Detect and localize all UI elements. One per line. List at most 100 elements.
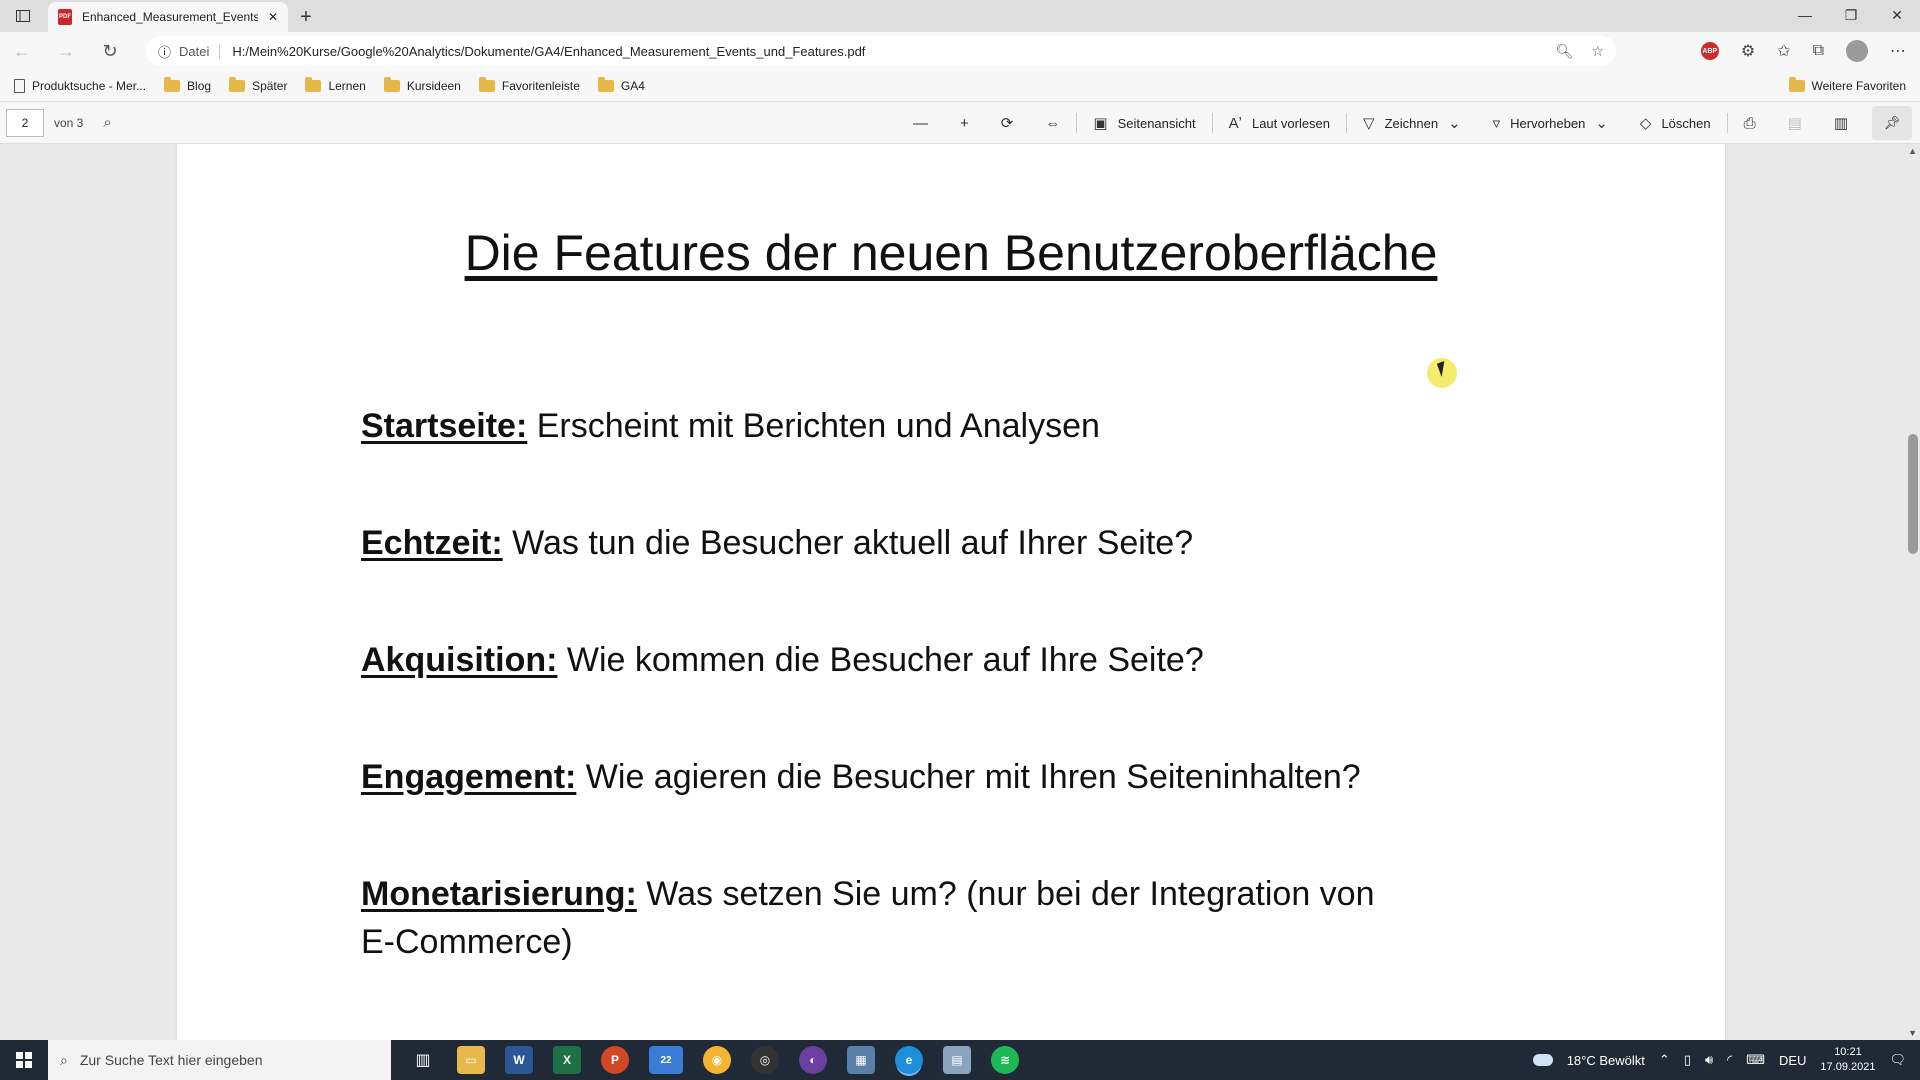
edge-icon[interactable]: e [895, 1046, 923, 1074]
rotate-button[interactable]: ⟳ [985, 114, 1030, 132]
bookmark-folder[interactable]: Favoritenleiste [478, 76, 580, 93]
collections-icon[interactable]: ⧉ [1813, 42, 1824, 60]
feature-text: Erscheint mit Berichten und Analysen [527, 407, 1100, 445]
bookmark-folder[interactable]: Blog [164, 76, 211, 93]
extensions-icon[interactable]: ⚙ [1741, 41, 1755, 61]
network-icon[interactable]: ◜ [1727, 1052, 1732, 1068]
file-explorer-icon[interactable]: ▭ [457, 1046, 485, 1074]
save-icon: ▤ [1787, 115, 1802, 132]
mail-icon[interactable]: 22 [649, 1046, 683, 1074]
forward-button[interactable]: → [44, 32, 88, 70]
folder-icon [1788, 77, 1805, 92]
volume-icon[interactable]: 🔊︎ [1705, 1052, 1713, 1068]
chrome-icon[interactable]: ◉ [703, 1046, 731, 1074]
powerpoint-icon[interactable]: P [601, 1046, 629, 1074]
bookmark-item[interactable]: Produktsuche - Mer... [14, 78, 146, 93]
read-aloud-button[interactable]: A͏ʼ Laut vorlesen [1213, 115, 1346, 132]
feature-item: Akquisition: Wie kommen die Besucher auf… [361, 636, 1561, 684]
address-bar: ← → ↻ ⓘ Datei H:/Mein%20Kurse/Google%20A… [0, 32, 1920, 70]
back-button[interactable]: ← [0, 32, 44, 70]
feature-label: Engagement: [361, 758, 577, 796]
tab-strip: PDF Enhanced_Measurement_Events_ ✕ + — ❐… [0, 0, 1920, 32]
page-number-input[interactable]: 2 [6, 108, 44, 137]
chevron-down-icon[interactable]: ⌄ [1595, 114, 1608, 132]
minimize-button[interactable]: — [1782, 0, 1828, 30]
favorites-icon[interactable]: ✩ [1777, 41, 1790, 61]
chevron-up-icon[interactable]: ⌃ [1659, 1052, 1670, 1068]
search-icon[interactable]: ⌕ [103, 114, 111, 131]
url-text[interactable]: H:/Mein%20Kurse/Google%20Analytics/Dokum… [232, 44, 1547, 59]
page-icon [14, 78, 25, 93]
zoom-in-button[interactable]: + [944, 115, 985, 132]
save-button[interactable]: ▤ [1772, 114, 1818, 132]
page-count: von 3 [54, 115, 84, 130]
pdf-file-icon: PDF [58, 9, 72, 25]
restore-button[interactable]: ❐ [1828, 0, 1874, 30]
pin-toolbar-button[interactable]: 📌︎ [1872, 106, 1912, 140]
eraser-icon: ◇ [1639, 115, 1652, 132]
bookmarks-bar: Produktsuche - Mer... Blog Später Lernen… [0, 70, 1920, 102]
bookmark-folder[interactable]: Später [229, 76, 287, 93]
bookmark-folder[interactable]: GA4 [597, 76, 645, 93]
clock[interactable]: 10:21 17.09.2021 [1820, 1045, 1875, 1075]
taskbar-search[interactable]: ⌕ Zur Suche Text hier eingeben [48, 1040, 391, 1080]
notification-icon[interactable]: 🗨︎ [1889, 1052, 1906, 1068]
fit-page-button[interactable]: ⇔ [1029, 115, 1076, 132]
browser-toolbar-icons: ABP ⚙ ✩ ⧉ ⋯ [1700, 32, 1906, 70]
app-icon[interactable]: ▦ [847, 1046, 875, 1074]
clock-time: 10:21 [1834, 1046, 1862, 1058]
page-view-button[interactable]: ▣ Seitenansicht [1077, 114, 1211, 132]
bookmark-folder[interactable]: Kursideen [383, 76, 461, 93]
scroll-thumb[interactable] [1908, 434, 1918, 554]
profile-avatar[interactable] [1846, 40, 1868, 62]
omnibox[interactable]: ⓘ Datei H:/Mein%20Kurse/Google%20Analyti… [146, 36, 1616, 66]
erase-button[interactable]: ◇ Löschen [1624, 114, 1727, 132]
close-window-button[interactable]: ✕ [1874, 0, 1920, 30]
feature-label: Akquisition: [361, 641, 558, 679]
chevron-down-icon[interactable]: ⌄ [1448, 114, 1461, 132]
obs-icon[interactable]: ◎ [751, 1046, 779, 1074]
read-aloud-icon: A͏ʼ [1228, 114, 1242, 132]
draw-button[interactable]: ▽ Zeichnen ⌄ [1347, 114, 1477, 132]
word-icon[interactable]: W [505, 1046, 533, 1074]
folder-icon [478, 76, 495, 92]
tab-pdf[interactable]: PDF Enhanced_Measurement_Events_ ✕ [48, 2, 288, 32]
bookmark-folder[interactable]: Lernen [305, 76, 366, 93]
start-button[interactable] [0, 1040, 48, 1080]
pdf-viewer[interactable]: Die Features der neuen Benutzeroberfläch… [0, 144, 1920, 1040]
task-view-icon[interactable]: ▥ [409, 1046, 437, 1074]
reload-button[interactable]: ↻ [88, 32, 132, 70]
print-button[interactable]: ⎙ [1728, 115, 1772, 132]
search-icon: ⌕ [60, 1051, 68, 1068]
other-favorites-folder[interactable]: Weitere Favoriten [1788, 70, 1906, 102]
app-icon[interactable]: ◐ [799, 1046, 827, 1074]
highlight-button[interactable]: ▿ Hervorheben ⌄ [1477, 114, 1624, 132]
adblock-extension-icon[interactable]: ABP [1700, 42, 1719, 60]
feature-item: Echtzeit: Was tun die Besucher aktuell a… [361, 519, 1561, 567]
feature-text: Wie agieren die Besucher mit Ihren Seite… [576, 758, 1361, 796]
app-icon[interactable]: ▤ [943, 1046, 971, 1074]
spotify-icon[interactable]: ≋ [991, 1046, 1019, 1074]
info-icon[interactable]: ⓘ [158, 42, 171, 61]
add-favorite-icon[interactable]: ☆ [1591, 43, 1604, 60]
close-tab-icon[interactable]: ✕ [268, 10, 278, 24]
keyboard-icon[interactable]: ⌨ [1746, 1052, 1765, 1068]
save-as-button[interactable]: ▥ [1818, 114, 1864, 132]
new-tab-button[interactable]: + [288, 2, 324, 32]
rotate-icon: ⟳ [1000, 115, 1014, 132]
vertical-scrollbar[interactable]: ▲ ▼ [1904, 144, 1920, 1040]
clock-date: 17.09.2021 [1820, 1061, 1876, 1073]
zoom-icon[interactable]: 🔍︎ [1556, 43, 1574, 60]
tab-title: Enhanced_Measurement_Events_ [82, 10, 258, 24]
scroll-up-icon[interactable]: ▲ [1908, 146, 1917, 156]
excel-icon[interactable]: X [553, 1046, 581, 1074]
scroll-down-icon[interactable]: ▼ [1908, 1028, 1917, 1038]
language-indicator[interactable]: DEU [1779, 1053, 1806, 1068]
tab-actions-button[interactable] [0, 0, 46, 32]
weather-cloud-icon [1532, 1054, 1553, 1066]
zoom-out-button[interactable]: — [897, 115, 944, 132]
weather-text[interactable]: 18°C Bewölkt [1567, 1053, 1645, 1068]
device-icon[interactable]: ▯ [1684, 1052, 1691, 1068]
page-view-icon: ▣ [1093, 115, 1108, 132]
more-menu-icon[interactable]: ⋯ [1890, 41, 1906, 61]
